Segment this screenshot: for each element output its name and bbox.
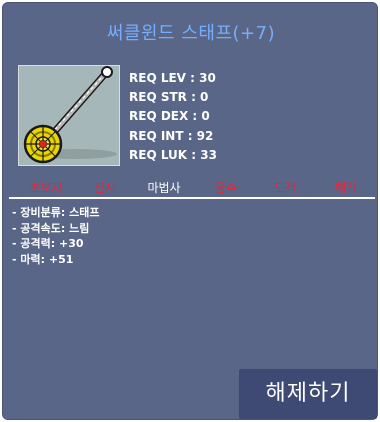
- stat-attack-speed: - 공격속도: 느림: [12, 221, 90, 235]
- job-bowman: 궁수: [214, 181, 238, 195]
- requirements-list: REQ LEV : 30 REQ STR : 0 REQ DEX : 0 REQ…: [129, 69, 217, 165]
- stat-category: - 장비분류: 스태프: [12, 206, 100, 219]
- job-pirate: 해적: [334, 181, 358, 195]
- req-dex: REQ DEX : 0: [129, 109, 210, 124]
- req-level: REQ LEV : 30: [129, 71, 216, 85]
- item-icon-frame: [18, 65, 120, 166]
- job-thief: 도적: [273, 181, 297, 195]
- job-warrior: 전사: [93, 181, 117, 195]
- item-stats: - 장비분류: 스태프 - 공격속도: 느림 - 공격력: +30 - 마력: …: [12, 205, 99, 267]
- job-magician: 마법사: [147, 181, 181, 195]
- circle-wind-staff-icon: [23, 66, 117, 164]
- req-int: REQ INT : 92: [129, 128, 214, 143]
- job-requirements: 초보자 전사 마법사 궁수 도적 해적: [3, 179, 379, 195]
- item-tooltip: 써클윈드 스태프(+7) REQ LEV : 30 REQ STR : 0 RE…: [2, 2, 378, 420]
- item-name: 써클윈드 스태프(+7): [106, 23, 276, 44]
- req-luk: REQ LUK : 33: [129, 147, 217, 162]
- release-button[interactable]: 해제하기: [239, 369, 377, 419]
- stat-magic: - 마력: +51: [12, 252, 74, 266]
- stat-attack: - 공격력: +30: [12, 237, 84, 250]
- job-beginner: 초보자: [29, 181, 63, 195]
- req-str: REQ STR : 0: [129, 90, 209, 105]
- divider: [9, 197, 375, 199]
